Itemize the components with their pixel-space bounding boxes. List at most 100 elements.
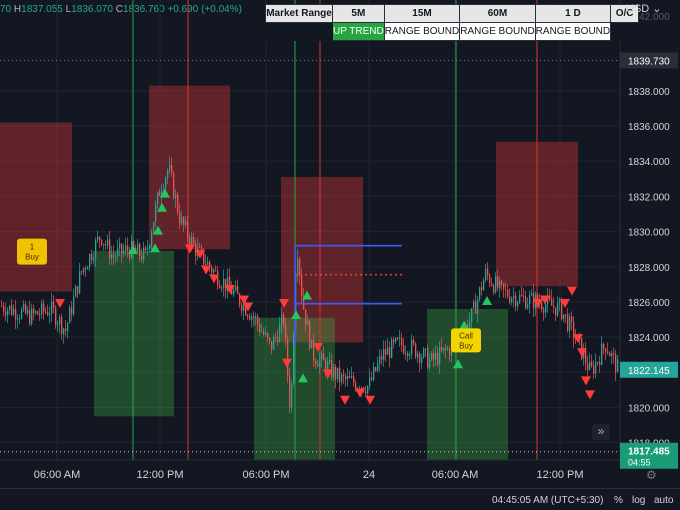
candle-body [267,332,269,338]
candle-body [391,339,393,358]
candle-body [21,309,23,319]
candle-body [345,376,347,380]
candle-body [439,347,441,365]
candle-body [563,314,565,320]
candle-body [11,305,13,315]
candle-body [529,295,531,305]
candle-body [499,280,501,289]
candle-body [283,314,285,325]
candle-body [365,391,367,394]
candle-body [519,295,521,303]
candle-body [57,324,59,326]
candle-body [5,311,7,316]
sell-signal-arrow [243,302,253,312]
candle-body [321,353,323,360]
candle-body [503,283,505,290]
candle-body [309,321,311,349]
time-tick-label: 12:00 PM [536,469,583,481]
candle-body [115,256,117,258]
candle-body [521,295,523,297]
candle-body [401,337,403,346]
candle-body [565,314,567,316]
candle-body [613,352,615,355]
candle-body [443,347,445,351]
sell-signal-arrow [365,395,375,405]
candle-body [311,339,313,349]
candle-body [285,324,287,339]
candle-body [55,308,57,326]
clock-readout[interactable]: 04:45:05 AM (UTC+5:30) [492,495,603,506]
price-tick-label: 1836.000 [628,122,670,133]
candle-body [169,165,171,171]
candle-body [9,305,11,310]
candle-body [587,363,589,370]
candle-body [423,349,425,358]
candle-body [87,267,89,270]
time-tick-label: 06:00 PM [242,469,289,481]
scroll-to-realtime-button[interactable]: » [592,424,610,440]
candle-body [237,286,239,294]
candle-body [353,376,355,384]
candle-body [487,268,489,276]
currency-selector[interactable]: USD ⌄ [626,2,662,15]
candle-body [139,244,141,256]
candle-body [497,276,499,289]
candle-body [225,278,227,291]
candle-body [525,296,527,309]
candle-body [153,221,155,233]
candle-body [175,194,177,199]
candle-body [591,361,593,366]
percent-toggle[interactable]: % [614,495,623,506]
candle-body [407,353,409,357]
candle-body [241,304,243,311]
candle-body [389,347,391,358]
candle-body [299,258,301,276]
candle-body [159,192,161,196]
candle-body [103,244,105,246]
tf-60m: 60M [459,4,536,23]
price-tick-label: 1832.000 [628,192,670,203]
candle-body [155,204,157,222]
candle-body [67,323,69,331]
candle-body [305,309,307,325]
candle-body [491,283,493,286]
price-chart[interactable]: 1BuyCallBuy 1842.0001818.0001820.0001822… [0,0,680,509]
candle-body [111,254,113,259]
candle-body [471,308,473,322]
candle-body [291,383,293,408]
candle-body [263,331,265,335]
candle-body [595,362,597,374]
candle-body [81,271,83,273]
sell-zone [149,85,230,250]
gear-icon[interactable]: ⚙ [646,468,657,482]
candle-body [431,352,433,360]
candle-body [97,236,99,241]
candle-body [247,315,249,317]
candle-body [315,360,317,365]
candle-body [211,267,213,273]
candle-body [219,285,221,288]
auto-toggle[interactable]: auto [654,495,673,506]
candle-body [551,299,553,306]
countdown-label: 04:55 [628,458,651,468]
candle-body [501,280,503,284]
candle-body [281,314,283,325]
candle-body [569,316,571,331]
sell-signal-arrow [585,390,595,400]
sell-signal-arrow [567,286,577,296]
candle-body [121,243,123,254]
tf-15m: 15M [383,4,461,23]
candle-body [51,301,53,314]
candle-body [329,359,331,363]
candle-body [101,239,103,245]
candle-body [147,248,149,250]
candle-body [33,308,35,313]
candle-body [293,334,295,384]
candle-body [223,278,225,289]
candle-body [35,311,37,313]
candle-body [301,275,303,297]
log-toggle[interactable]: log [632,495,645,506]
candle-body [91,254,93,261]
candle-body [99,236,101,240]
tf-5m: 5M [332,4,385,23]
